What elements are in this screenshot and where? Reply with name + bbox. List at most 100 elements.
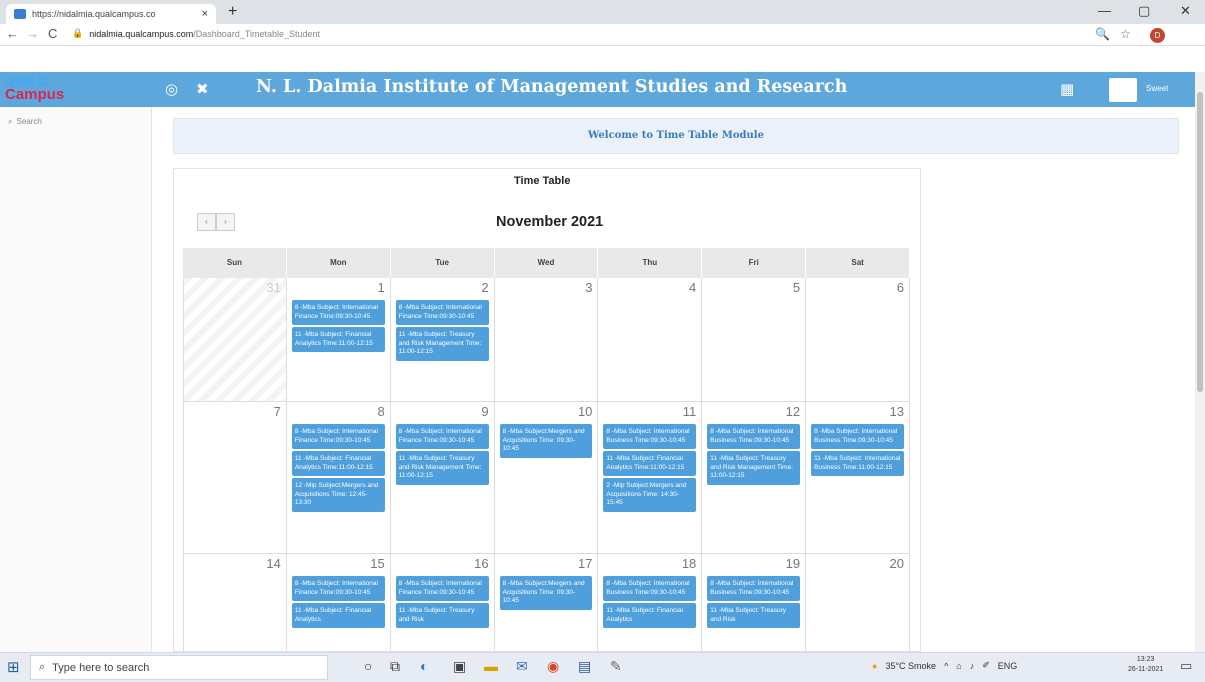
maximize-button[interactable]: ▢ [1138, 3, 1150, 19]
day-number[interactable]: 19 [786, 556, 800, 571]
timetable-event[interactable]: 2 -Mip Subject:Mergers and Acquisitions … [603, 478, 697, 512]
chevron-up-icon[interactable]: ^ [944, 661, 948, 671]
timetable-event[interactable]: 11 -Mba Subject: Financial Analytics Tim… [291, 451, 385, 476]
timetable-event[interactable]: 8 -Mba Subject: International Business T… [707, 576, 801, 601]
day-number[interactable]: 18 [682, 556, 696, 571]
day-number[interactable]: 14 [266, 556, 280, 571]
weather-text[interactable]: 35°C Smoke [885, 661, 936, 671]
day-number[interactable]: 10 [578, 404, 592, 419]
calendar-day[interactable]: 17 8 -Mba Subject:Mergers and Acquisition… [495, 554, 599, 653]
timetable-event[interactable]: 8 -Mba Subject: International Finance Ti… [291, 300, 385, 325]
volume-icon[interactable]: ♪ [970, 661, 975, 671]
timetable-event[interactable]: 11 -Mba Subject: Treasury and Risk Manag… [395, 451, 489, 485]
timetable-event[interactable]: 11 -Mba Subject: Treasury and Risk Manag… [707, 451, 801, 485]
bookmark-star-icon[interactable]: ☆ [1120, 27, 1131, 41]
task-view-icon[interactable]: ⧉ [390, 658, 400, 675]
calendar-day[interactable]: 19 8 -Mba Subject: International Business… [702, 554, 807, 653]
taskbar-clock[interactable]: 13:23 26-11-2021 [1128, 655, 1163, 675]
day-number[interactable]: 31 [266, 280, 280, 295]
calendar-day[interactable]: 13 8 -Mba Subject: International Business… [806, 402, 910, 553]
timetable-event[interactable]: 12 -Mip Subject:Mergers and Acquisitions… [291, 478, 385, 512]
day-number[interactable]: 16 [474, 556, 488, 571]
close-window-button[interactable]: ✕ [1180, 3, 1191, 19]
notification-icon[interactable]: ▭ [1180, 658, 1192, 674]
calendar-day[interactable]: 2 8 -Mba Subject: International Finance T… [391, 278, 495, 401]
forward-button[interactable]: → [26, 26, 39, 41]
calendar-day[interactable]: 10 8 -Mba Subject:Mergers and Acquisition… [495, 402, 599, 553]
url-field[interactable]: 🔒 nidalmia.qualcampus.com/Dashboard_Time… [72, 28, 320, 39]
cortana-icon[interactable]: ○ [364, 658, 372, 674]
user-name[interactable]: Sweet [1146, 84, 1168, 93]
pen-icon[interactable]: ✐ [982, 660, 990, 671]
next-month-button[interactable]: › [216, 213, 235, 231]
day-number[interactable]: 20 [890, 556, 904, 571]
timetable-event[interactable]: 8 -Mba Subject: International Finance Ti… [291, 576, 385, 601]
minimize-button[interactable]: — [1098, 3, 1111, 18]
calendar-day[interactable]: 3 [495, 278, 599, 401]
timetable-event[interactable]: 11 -Mba Subject: Financial Analytics [603, 603, 697, 628]
calendar-day[interactable]: 14 [183, 554, 287, 653]
browser-tab[interactable]: https://nidalmia.qualcampus.co × [6, 4, 216, 24]
reload-button[interactable]: C [48, 26, 57, 41]
back-button[interactable]: ← [6, 26, 19, 41]
language-indicator[interactable]: ENG [998, 661, 1018, 671]
page-scrollbar[interactable] [1195, 72, 1205, 652]
calendar-day[interactable]: 8 8 -Mba Subject: International Finance T… [287, 402, 391, 553]
profile-avatar[interactable]: D [1150, 28, 1165, 43]
chrome-icon[interactable]: ◉ [547, 658, 559, 675]
calendar-day[interactable]: 4 [598, 278, 703, 401]
calendar-day[interactable]: 15 8 -Mba Subject: International Finance … [287, 554, 391, 653]
calendar-day[interactable]: 18 8 -Mba Subject: International Business… [598, 554, 703, 653]
calendar-day[interactable]: 31 [183, 278, 287, 401]
timetable-event[interactable]: 8 -Mba Subject: International Business T… [811, 424, 904, 449]
timetable-event[interactable]: 8 -Mba Subject: International Business T… [707, 424, 801, 449]
timetable-event[interactable]: 11 -Mba Subject: Financial Analytics [291, 603, 385, 628]
calendar-day[interactable]: 7 [183, 402, 287, 553]
timetable-event[interactable]: 8 -Mba Subject: International Finance Ti… [395, 300, 489, 325]
day-number[interactable]: 2 [481, 280, 488, 295]
timetable-event[interactable]: 8 -Mba Subject:Mergers and Acquisitions … [499, 576, 593, 610]
timetable-event[interactable]: 11 -Mba Subject: International Business … [811, 451, 904, 476]
day-number[interactable]: 7 [274, 404, 281, 419]
timetable-event[interactable]: 11 -Mba Subject: Financial Analytics Tim… [603, 451, 697, 476]
file-explorer-icon[interactable]: ▬ [484, 658, 498, 674]
calendar-day[interactable]: 5 [702, 278, 807, 401]
collapse-icon[interactable]: ✖ [196, 80, 209, 98]
day-number[interactable]: 3 [585, 280, 592, 295]
day-number[interactable]: 6 [897, 280, 904, 295]
day-number[interactable]: 9 [481, 404, 488, 419]
calendar-day[interactable]: 9 8 -Mba Subject: International Finance T… [391, 402, 495, 553]
calendar-day[interactable]: 20 [806, 554, 910, 653]
day-number[interactable]: 8 [377, 404, 384, 419]
day-number[interactable]: 13 [890, 404, 904, 419]
timetable-event[interactable]: 8 -Mba Subject: International Finance Ti… [395, 424, 489, 449]
calendar-day[interactable]: 6 [806, 278, 910, 401]
zoom-icon[interactable]: 🔍 [1095, 27, 1110, 41]
tab-close-icon[interactable]: × [202, 8, 208, 20]
day-number[interactable]: 1 [377, 280, 384, 295]
timetable-event[interactable]: 11 -Mba Subject: Treasury and Risk [707, 603, 801, 628]
word-icon[interactable]: ▤ [578, 658, 591, 675]
windows-start-icon[interactable]: ⊞ [7, 658, 20, 676]
timetable-event[interactable]: 8 -Mba Subject: International Finance Ti… [291, 424, 385, 449]
edge-icon[interactable]: ◐ [420, 658, 428, 674]
calendar-day[interactable]: 16 8 -Mba Subject: International Finance … [391, 554, 495, 653]
calendar-day[interactable]: 1 8 -Mba Subject: International Finance T… [287, 278, 391, 401]
network-icon[interactable]: ⌂ [956, 661, 961, 671]
timetable-event[interactable]: 8 -Mba Subject: International Finance Ti… [395, 576, 489, 601]
sidebar-search[interactable]: ⌕ Search [8, 117, 42, 127]
timetable-event[interactable]: 8 -Mba Subject: International Business T… [603, 424, 697, 449]
calendar-day[interactable]: 12 8 -Mba Subject: International Business… [702, 402, 807, 553]
mail-icon[interactable]: ✉ [516, 658, 528, 675]
timetable-event[interactable]: 11 -Mba Subject: Financial Analytics Tim… [291, 327, 385, 352]
apps-grid-icon[interactable]: ▦ [1060, 80, 1074, 98]
taskbar-search[interactable]: ⌕ Type here to search [30, 655, 328, 680]
store-icon[interactable]: ▣ [453, 658, 466, 675]
timetable-event[interactable]: 8 -Mba Subject: International Business T… [603, 576, 697, 601]
day-number[interactable]: 12 [786, 404, 800, 419]
app-icon[interactable]: ✎ [610, 658, 622, 675]
day-number[interactable]: 17 [578, 556, 592, 571]
timetable-event[interactable]: 8 -Mba Subject:Mergers and Acquisitions … [499, 424, 593, 458]
day-number[interactable]: 4 [689, 280, 696, 295]
scrollbar-thumb[interactable] [1197, 92, 1203, 392]
